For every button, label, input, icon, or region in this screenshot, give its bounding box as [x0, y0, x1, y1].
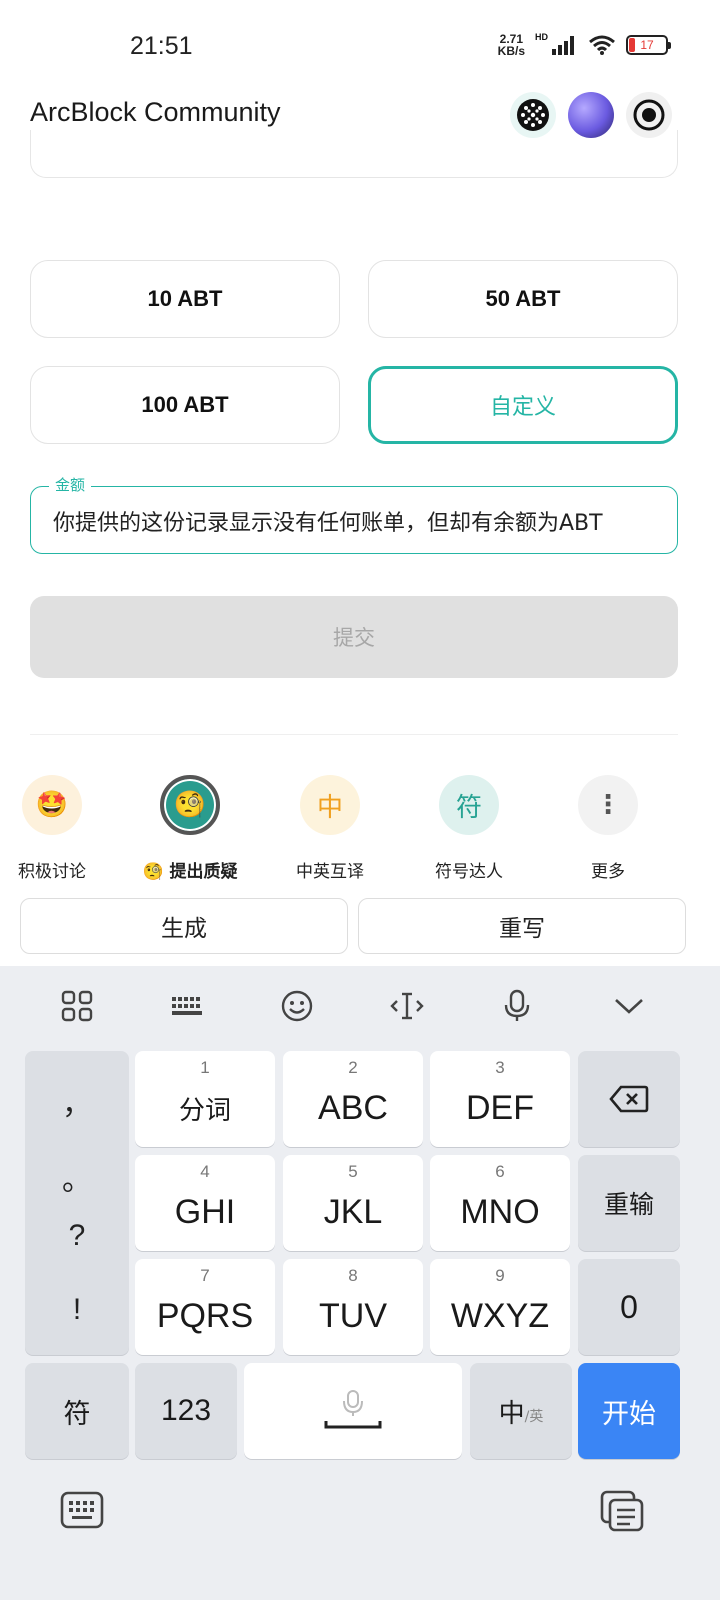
divider: [30, 734, 678, 735]
battery-icon: 17: [626, 35, 671, 55]
key-label: GHI: [174, 1192, 236, 1231]
amount-option-50[interactable]: 50 ABT: [368, 260, 678, 338]
key-label: ABC: [318, 1088, 388, 1127]
key-0[interactable]: 0: [578, 1259, 680, 1355]
status-time: 21:51: [130, 32, 193, 60]
backspace-icon: [609, 1085, 649, 1113]
start-key[interactable]: 开始: [578, 1363, 680, 1459]
key-number: 9: [495, 1266, 505, 1285]
key-label: DEF: [466, 1088, 534, 1127]
cursor-move-icon[interactable]: [377, 984, 437, 1028]
ai-action-symbols[interactable]: 符 符号达人: [414, 775, 524, 882]
network-speed-unit: KB/s: [497, 44, 525, 58]
microphone-icon[interactable]: [487, 984, 547, 1028]
ai-action-label: 积极讨论: [18, 862, 86, 882]
key-7[interactable]: 7 PQRS: [135, 1259, 275, 1355]
translate-icon: 中: [300, 775, 360, 835]
chevron-down-icon[interactable]: [599, 984, 659, 1028]
key-label: 分词: [178, 1095, 231, 1126]
symbols-key[interactable]: 符: [25, 1363, 129, 1459]
submit-button[interactable]: 提交: [30, 596, 678, 678]
space-mic-icon: [324, 1390, 382, 1429]
monocle-face-icon: 🧐: [160, 775, 220, 835]
wifi-icon: [589, 35, 615, 55]
status-icons: 2.71 KB/s HD 17: [498, 32, 671, 57]
key-number: 6: [495, 1162, 505, 1181]
generate-button[interactable]: 生成: [20, 898, 348, 954]
key-label: 重输: [603, 1190, 654, 1219]
key-label: 0: [620, 1288, 638, 1325]
hd-badge: HD: [535, 32, 548, 42]
network-speed: 2.71 KB/s: [498, 33, 525, 57]
battery-percent: 17: [640, 38, 654, 52]
reinput-key[interactable]: 重输: [578, 1155, 680, 1251]
emoji-icon[interactable]: [267, 984, 327, 1028]
key-6[interactable]: 6 MNO: [430, 1155, 570, 1251]
key-label: PQRS: [156, 1296, 254, 1335]
key-number: 2: [348, 1058, 358, 1077]
amount-field[interactable]: 金额 你提供的这份记录显示没有任何账单，但却有余额为ABT: [30, 474, 678, 554]
target-icon: [633, 99, 665, 131]
key-5[interactable]: 5 JKL: [283, 1155, 423, 1251]
key-label: 符: [63, 1398, 91, 1430]
key-label: WXYZ: [450, 1296, 550, 1335]
key-label: MNO: [460, 1192, 540, 1231]
symbol-icon: 符: [439, 775, 499, 835]
key-2[interactable]: 2 ABC: [283, 1051, 423, 1147]
key-4[interactable]: 4 GHI: [135, 1155, 275, 1251]
key-number: 3: [495, 1058, 505, 1077]
ai-action-label: 🧐 提出质疑: [142, 862, 238, 882]
key-9[interactable]: 9 WXYZ: [430, 1259, 570, 1355]
apps-grid-icon[interactable]: [47, 984, 107, 1028]
key-1[interactable]: 1 分词: [135, 1051, 275, 1147]
status-bar: 21:51 2.71 KB/s HD 17: [0, 0, 720, 96]
key-number: 1: [200, 1058, 210, 1077]
lang-alt-label: /英: [524, 1409, 544, 1425]
amount-option-10[interactable]: 10 ABT: [30, 260, 340, 338]
key-8[interactable]: 8 TUV: [283, 1259, 423, 1355]
ai-action-label: 符号达人: [435, 862, 503, 882]
ai-action-label: 更多: [591, 862, 625, 882]
amount-option-custom[interactable]: 自定义: [368, 366, 678, 444]
more-vertical-icon: ⋮: [578, 775, 638, 835]
key-number: 8: [348, 1266, 358, 1285]
key-label: JKL: [323, 1192, 383, 1231]
key-label: 开始: [602, 1398, 656, 1430]
lang-main-label: 中: [498, 1398, 525, 1429]
dots-grid-icon: [517, 99, 549, 131]
app-title: ArcBlock Community: [30, 97, 281, 127]
ai-action-translate[interactable]: 中 中英互译: [275, 775, 385, 882]
punct-question[interactable]: ?: [25, 1219, 129, 1253]
key-number: 4: [200, 1162, 210, 1181]
scrolled-card: [30, 130, 678, 178]
amount-option-100[interactable]: 100 ABT: [30, 366, 340, 444]
keyboard-switch-icon[interactable]: [60, 1490, 104, 1534]
ai-action-label: 中英互译: [296, 862, 364, 882]
space-key[interactable]: [244, 1363, 462, 1459]
signal-icon: [552, 36, 574, 55]
language-switch-key[interactable]: 中 /英: [470, 1363, 572, 1459]
key-label: 123: [160, 1394, 212, 1427]
rewrite-button[interactable]: 重写: [358, 898, 686, 954]
key-label: TUV: [319, 1296, 387, 1335]
punct-period[interactable]: 。: [25, 1155, 129, 1199]
star-eyes-emoji-icon: 🤩: [22, 775, 82, 835]
amount-field-label: 金额: [49, 474, 92, 495]
keyboard-layout-icon[interactable]: [157, 984, 217, 1028]
numbers-key[interactable]: 123: [135, 1363, 237, 1459]
punctuation-column[interactable]: ， 。 ? !: [25, 1051, 129, 1355]
amount-input[interactable]: 你提供的这份记录显示没有任何账单，但却有余额为ABT: [53, 505, 665, 537]
key-number: 7: [200, 1266, 210, 1285]
backspace-key[interactable]: [578, 1051, 680, 1147]
clipboard-icon[interactable]: [600, 1490, 646, 1536]
punct-comma[interactable]: ，: [25, 1079, 129, 1123]
ai-action-more[interactable]: ⋮ 更多: [553, 775, 663, 882]
ai-action-question[interactable]: 🧐 🧐 提出质疑: [135, 775, 245, 882]
ai-action-discuss[interactable]: 🤩 积极讨论: [0, 775, 107, 882]
key-number: 5: [348, 1162, 358, 1181]
punct-exclaim[interactable]: !: [25, 1293, 129, 1327]
key-3[interactable]: 3 DEF: [430, 1051, 570, 1147]
